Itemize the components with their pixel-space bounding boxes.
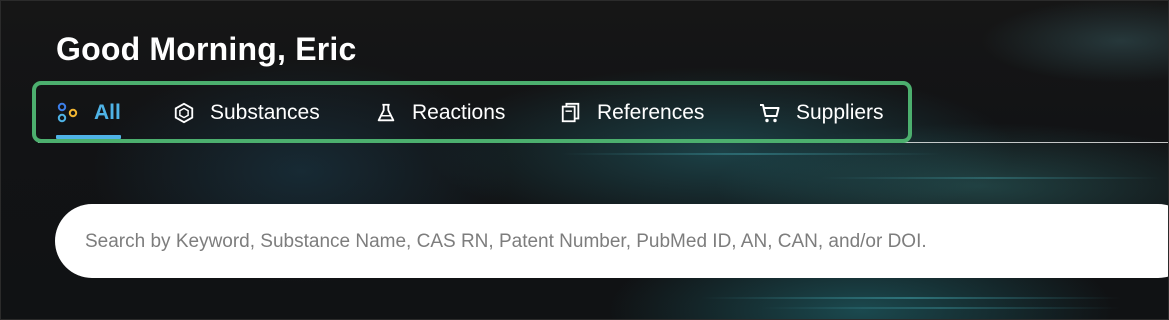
- tab-label: References: [597, 101, 705, 124]
- search-box: [55, 204, 1168, 280]
- tab-label: Suppliers: [796, 101, 884, 124]
- background-streak: [701, 297, 1121, 299]
- tab-label: All: [94, 101, 121, 124]
- molecule-nodes-icon: [56, 99, 80, 127]
- background-streak: [761, 307, 1121, 309]
- background-streak: [821, 177, 1161, 179]
- tab-reactions[interactable]: Reactions: [374, 99, 505, 143]
- tab-all[interactable]: All: [56, 99, 121, 143]
- tab-label: Substances: [210, 101, 320, 124]
- hero-panel: Good Morning, Eric All Substances Reacti…: [0, 0, 1169, 320]
- tab-label: Reactions: [412, 101, 506, 124]
- background-streak: [561, 153, 941, 155]
- tab-substances[interactable]: Substances: [172, 99, 320, 143]
- flask-icon: [374, 99, 398, 127]
- document-icon: [559, 99, 583, 127]
- hexagon-icon: [172, 99, 196, 127]
- search-type-tabs: All Substances Reactions References Supp…: [32, 81, 912, 143]
- cart-icon: [758, 99, 782, 127]
- tab-references[interactable]: References: [559, 99, 704, 143]
- search-input[interactable]: [83, 204, 1167, 280]
- tab-suppliers[interactable]: Suppliers: [758, 99, 884, 143]
- greeting-heading: Good Morning, Eric: [56, 31, 357, 67]
